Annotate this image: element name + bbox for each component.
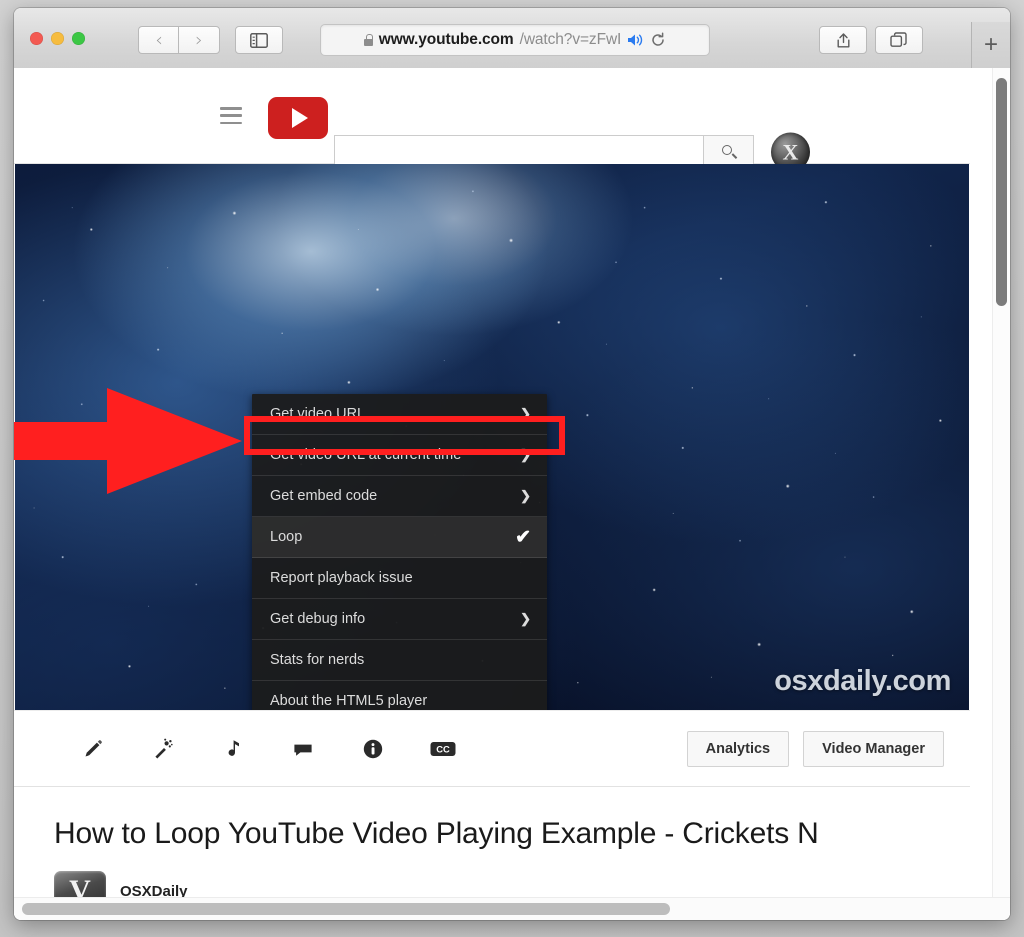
analytics-button[interactable]: Analytics	[687, 731, 789, 767]
video-manager-button[interactable]: Video Manager	[803, 731, 944, 767]
back-button[interactable]: ‹	[138, 26, 179, 54]
audio-button[interactable]	[198, 726, 268, 772]
share-button[interactable]	[819, 26, 867, 54]
horizontal-scrollbar-thumb[interactable]	[22, 903, 670, 915]
video-tool-icons: CC	[14, 726, 478, 772]
context-menu-item-report-playback-issue[interactable]: Report playback issue	[252, 558, 547, 599]
site-watermark: osxdaily.com	[774, 665, 951, 698]
address-bar[interactable]: www.youtube.com/watch?v=zFwI	[320, 24, 710, 56]
video-info-block: How to Loop YouTube Video Playing Exampl…	[14, 787, 970, 911]
context-menu-item-get-debug-info[interactable]: Get debug info ❯	[252, 599, 547, 640]
chevron-right-icon: ❯	[520, 447, 531, 463]
speech-bubble-icon	[291, 737, 315, 761]
url-host-text: www.youtube.com	[379, 31, 514, 49]
checkmark-icon: ✔	[515, 526, 531, 549]
scrollbar-corner	[993, 898, 1010, 920]
guide-menu-button[interactable]	[220, 107, 242, 124]
video-title: How to Loop YouTube Video Playing Exampl…	[54, 817, 970, 851]
magic-wand-icon	[151, 737, 175, 761]
youtube-page: X osxdaily.com Get video URL ❯ Get	[14, 68, 970, 898]
info-icon	[361, 737, 385, 761]
info-button[interactable]	[338, 726, 408, 772]
captions-button[interactable]: CC	[408, 726, 478, 772]
youtube-logo[interactable]	[268, 97, 328, 139]
minimize-window-button[interactable]	[51, 32, 64, 45]
context-menu-item-get-embed-code[interactable]: Get embed code ❯	[252, 476, 547, 517]
youtube-masthead: X	[14, 68, 970, 164]
url-path-text: /watch?v=zFwI	[520, 31, 622, 49]
safari-browser-window: ‹ › www.youtube.com/watch?v=zFwI	[14, 8, 1010, 920]
hamburger-menu-icon	[220, 122, 242, 125]
hamburger-menu-icon	[220, 114, 242, 117]
speaker-icon[interactable]	[627, 33, 644, 47]
zoom-window-button[interactable]	[72, 32, 85, 45]
music-note-icon	[221, 737, 245, 761]
annotations-button[interactable]	[268, 726, 338, 772]
share-icon	[836, 32, 851, 49]
close-window-button[interactable]	[30, 32, 43, 45]
sidebar-toggle-button[interactable]	[235, 26, 283, 54]
chevron-left-icon: ‹	[155, 31, 163, 50]
menu-item-label: Loop	[270, 529, 507, 545]
page-viewport: X osxdaily.com Get video URL ❯ Get	[14, 68, 1010, 920]
tabs-icon	[890, 32, 908, 48]
hamburger-menu-icon	[220, 107, 242, 110]
search-icon	[722, 145, 736, 159]
edit-button[interactable]	[58, 726, 128, 772]
menu-item-label: Get video URL at current time	[270, 447, 512, 463]
sidebar-icon	[250, 33, 268, 48]
show-all-tabs-button[interactable]	[875, 26, 923, 54]
context-menu-item-about-the-html5-player[interactable]: About the HTML5 player	[252, 681, 547, 710]
video-player[interactable]: osxdaily.com Get video URL ❯ Get video U…	[15, 164, 969, 710]
lock-icon	[364, 34, 373, 46]
closed-captions-icon: CC	[429, 739, 457, 759]
chevron-right-icon: ❯	[520, 611, 531, 627]
menu-item-label: About the HTML5 player	[270, 693, 531, 709]
reload-icon[interactable]	[650, 32, 666, 48]
chevron-right-icon: ›	[195, 31, 203, 50]
menu-item-label: Report playback issue	[270, 570, 531, 586]
chevron-right-icon: ❯	[520, 406, 531, 422]
forward-button[interactable]: ›	[178, 26, 220, 54]
context-menu-item-get-video-url[interactable]: Get video URL ❯	[252, 394, 547, 435]
window-traffic-lights	[30, 32, 85, 45]
plus-icon: +	[984, 31, 998, 59]
context-menu-item-stats-for-nerds[interactable]: Stats for nerds	[252, 640, 547, 681]
player-context-menu[interactable]: Get video URL ❯ Get video URL at current…	[252, 394, 547, 710]
context-menu-item-loop[interactable]: Loop ✔	[252, 517, 547, 558]
vertical-scrollbar-thumb[interactable]	[996, 78, 1007, 306]
video-action-buttons: Analytics Video Manager	[687, 731, 944, 767]
new-tab-button[interactable]: +	[971, 22, 1010, 68]
menu-item-label: Get video URL	[270, 406, 512, 422]
video-action-bar: CC Analytics Video Manager	[14, 710, 970, 787]
play-triangle-icon	[292, 108, 308, 128]
pencil-icon	[81, 737, 105, 761]
context-menu-item-get-video-url-at-current-time[interactable]: Get video URL at current time ❯	[252, 435, 547, 476]
avatar-letter: X	[783, 139, 799, 165]
horizontal-scrollbar[interactable]	[14, 897, 1010, 920]
enhancements-button[interactable]	[128, 726, 198, 772]
menu-item-label: Stats for nerds	[270, 652, 531, 668]
menu-item-label: Get embed code	[270, 488, 512, 504]
menu-item-label: Get debug info	[270, 611, 512, 627]
svg-text:CC: CC	[436, 743, 450, 754]
chevron-right-icon: ❯	[520, 488, 531, 504]
vertical-scrollbar[interactable]	[992, 68, 1010, 898]
browser-toolbar: ‹ › www.youtube.com/watch?v=zFwI	[14, 8, 1010, 69]
